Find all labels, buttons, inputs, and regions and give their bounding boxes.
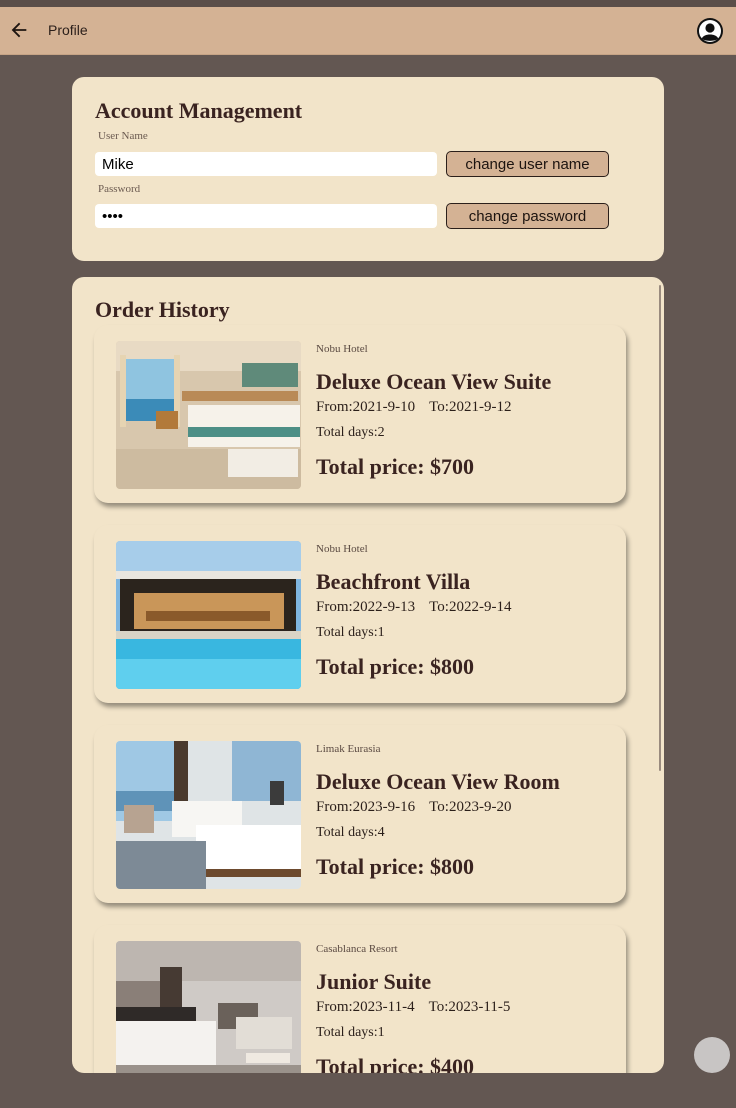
date-to: To:2023-11-5 <box>428 999 511 1015</box>
room-photo <box>116 341 301 489</box>
room-photo <box>116 741 301 889</box>
order-card[interactable]: Casablanca Resort Junior Suite From:2023… <box>94 925 626 1073</box>
total-days: Total days:1 <box>316 1025 385 1040</box>
room-name: Deluxe Ocean View Suite <box>316 369 552 394</box>
password-label: Password <box>98 183 141 195</box>
room-name: Deluxe Ocean View Room <box>316 769 560 794</box>
order-card[interactable]: Nobu Hotel Beachfront Villa From:2022-9-… <box>94 525 626 703</box>
room-name: Junior Suite <box>316 969 432 994</box>
username-input[interactable] <box>95 152 437 176</box>
total-price: Total price: $800 <box>316 654 475 679</box>
date-from: From:2023-9-16 <box>316 799 416 815</box>
order-card[interactable]: Nobu Hotel Deluxe Ocean View Suite From:… <box>94 325 626 503</box>
room-photo <box>116 541 301 689</box>
total-days: Total days:1 <box>316 625 385 640</box>
order-history-card: Order History Nobu Hotel Deluxe Ocean Vi… <box>72 277 664 1073</box>
order-card[interactable]: Limak Eurasia Deluxe Ocean View Room Fro… <box>94 725 626 903</box>
account-management-card: Account Management User Name change user… <box>72 77 664 261</box>
floating-assistive-button[interactable] <box>694 1037 730 1073</box>
date-to: To:2022-9-14 <box>429 599 512 615</box>
date-from: From:2021-9-10 <box>316 399 416 415</box>
order-dates: From:2023-9-16 To:2023-9-20 <box>316 799 511 816</box>
account-management-title: Account Management <box>95 98 303 123</box>
order-history-scrollbar[interactable] <box>659 285 661 771</box>
order-dates: From:2021-9-10 To:2021-9-12 <box>316 399 511 416</box>
window-top-edge <box>0 0 736 7</box>
total-price: Total price: $400 <box>316 1054 475 1073</box>
order-dates: From:2023-11-4 To:2023-11-5 <box>316 999 510 1016</box>
total-price: Total price: $700 <box>316 454 475 479</box>
hotel-name: Nobu Hotel <box>316 343 368 355</box>
change-password-button[interactable]: change password <box>446 203 609 229</box>
username-label: User Name <box>98 130 148 142</box>
date-to: To:2023-9-20 <box>429 799 512 815</box>
user-avatar-icon[interactable] <box>697 18 723 44</box>
hotel-name: Limak Eurasia <box>316 743 381 755</box>
hotel-name: Nobu Hotel <box>316 543 368 555</box>
back-arrow-icon[interactable] <box>8 19 30 41</box>
date-from: From:2023-11-4 <box>316 999 415 1015</box>
total-days: Total days:4 <box>316 825 385 840</box>
total-price: Total price: $800 <box>316 854 475 879</box>
total-days: Total days:2 <box>316 425 385 440</box>
order-dates: From:2022-9-13 To:2022-9-14 <box>316 599 511 616</box>
password-input[interactable] <box>95 204 437 228</box>
date-from: From:2022-9-13 <box>316 599 416 615</box>
date-to: To:2021-9-12 <box>429 399 512 415</box>
page-title: Profile <box>48 22 88 38</box>
order-history-title: Order History <box>95 297 230 322</box>
room-name: Beachfront Villa <box>316 569 471 594</box>
app-bar: Profile <box>0 7 736 55</box>
hotel-name: Casablanca Resort <box>316 943 398 955</box>
change-username-button[interactable]: change user name <box>446 151 609 177</box>
room-photo <box>116 941 301 1073</box>
